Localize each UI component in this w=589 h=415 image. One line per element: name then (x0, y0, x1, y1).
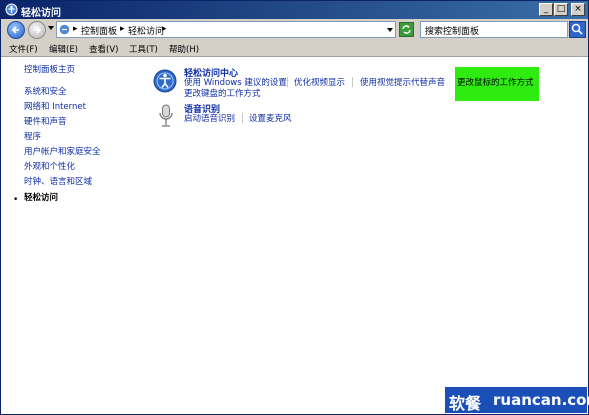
search-icon (571, 23, 583, 35)
link-keyboard-settings[interactable]: 更改键盘的工作方式 (184, 87, 261, 99)
control-panel-icon (5, 3, 18, 16)
breadcrumb-chevron-icon: ▸ (162, 24, 167, 34)
breadcrumb-control-panel[interactable]: 控制面板 (81, 24, 117, 37)
link-mouse-settings[interactable]: 更改鼠标的工作方式 (457, 76, 534, 88)
address-dropdown-icon[interactable] (387, 28, 393, 32)
search-input[interactable]: 搜索控制面板 (425, 24, 479, 37)
maximize-button[interactable]: □ (554, 3, 568, 16)
link-separator (352, 77, 353, 87)
forward-arrow-icon (34, 26, 42, 34)
search-box[interactable]: 搜索控制面板 (420, 21, 568, 38)
microphone-icon[interactable] (157, 103, 175, 129)
sidebar-item-programs[interactable]: 程序 (24, 130, 41, 142)
link-separator (287, 77, 288, 87)
sidebar-item-home[interactable]: 控制面板主页 (24, 63, 75, 75)
window-title: 轻松访问 (21, 8, 61, 19)
history-dropdown-icon[interactable] (48, 26, 54, 30)
menu-view[interactable]: 查看(V) (89, 43, 118, 55)
watermark-en-text: ruancan.com (493, 391, 589, 409)
title-bar: 轻松访问 _ □ × (1, 1, 588, 19)
sidebar-item-network[interactable]: 网络和 Internet (24, 100, 86, 112)
main-content: 控制面板主页 系统和安全 网络和 Internet 硬件和声音 程序 用户帐户和… (1, 57, 588, 414)
current-bullet-icon: • (13, 195, 19, 205)
back-arrow-icon (11, 26, 19, 34)
sidebar-item-system-security[interactable]: 系统和安全 (24, 85, 67, 97)
sidebar-item-hardware-sound[interactable]: 硬件和声音 (24, 115, 67, 127)
breadcrumb-chevron-icon: ▸ (73, 24, 78, 34)
sidebar-item-ease-of-access: 轻松访问 (24, 193, 59, 203)
breadcrumb-chevron-icon: ▸ (120, 24, 125, 34)
window: 轻松访问 _ □ × ▸ 控制面板 ▸ 轻松访问 ▸ 搜索控制面板 文件(F) … (0, 0, 589, 415)
refresh-icon (402, 25, 411, 34)
menu-tools[interactable]: 工具(T) (129, 43, 158, 55)
watermark-cn-text: 软餐 (449, 394, 482, 413)
watermark-logo: 软餐 ruancan.com (445, 387, 589, 413)
control-panel-small-icon (59, 24, 70, 35)
sidebar-item-user-accounts[interactable]: 用户帐户和家庭安全 (24, 145, 101, 157)
menu-edit[interactable]: 编辑(E) (49, 43, 78, 55)
link-start-speech[interactable]: 启动语音识别 (184, 112, 235, 124)
menu-file[interactable]: 文件(F) (9, 43, 38, 55)
menu-bar: 文件(F) 编辑(E) 查看(V) 工具(T) 帮助(H) (1, 41, 588, 57)
link-setup-microphone[interactable]: 设置麦克风 (249, 112, 292, 124)
search-button[interactable] (569, 21, 586, 38)
ease-of-access-icon[interactable] (153, 69, 177, 93)
sidebar-item-appearance[interactable]: 外观和个性化 (24, 160, 75, 172)
close-button[interactable]: × (571, 3, 585, 16)
link-optimize-display[interactable]: 优化视频显示 (294, 76, 345, 88)
address-bar[interactable]: ▸ 控制面板 ▸ 轻松访问 ▸ (56, 21, 396, 38)
back-button[interactable] (7, 21, 25, 39)
menu-help[interactable]: 帮助(H) (169, 43, 199, 55)
link-visual-cues[interactable]: 使用视觉提示代替声音 (360, 76, 445, 88)
sidebar-item-clock-region[interactable]: 时钟、语言和区域 (24, 175, 92, 187)
link-separator (242, 113, 243, 123)
breadcrumb-ease-of-access[interactable]: 轻松访问 (128, 24, 164, 37)
highlight-box: 更改鼠标的工作方式 (455, 67, 539, 101)
forward-button[interactable] (28, 21, 46, 39)
navigation-bar: ▸ 控制面板 ▸ 轻松访问 ▸ 搜索控制面板 (1, 19, 588, 41)
minimize-button[interactable]: _ (539, 3, 553, 16)
refresh-button[interactable] (399, 22, 414, 37)
